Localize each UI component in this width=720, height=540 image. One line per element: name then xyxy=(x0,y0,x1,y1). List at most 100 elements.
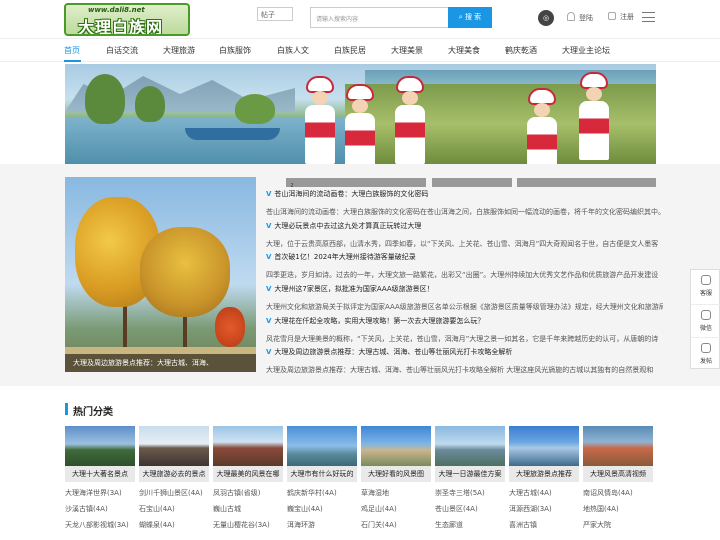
side-post[interactable]: 发帖 xyxy=(691,337,720,370)
article-item[interactable]: V 大理必玩景点中去过这九处才算真正玩转过大理 大理，位于云贵高原西部，山清水秀，… xyxy=(266,221,663,253)
nav-item-scenery[interactable]: 大理美景 xyxy=(391,45,423,56)
category-card[interactable]: 大理最美的风景在哪 xyxy=(213,426,283,482)
banner-girl xyxy=(577,72,611,164)
main-nav: 首页 白话交流 大理旅游 白族服饰 白族人文 白族民居 大理美景 大理美食 鹤庆… xyxy=(0,38,720,62)
register-label: 注册 xyxy=(620,13,634,21)
nav-active-underline xyxy=(64,60,81,62)
hero-banner[interactable] xyxy=(65,64,656,164)
site-logo[interactable]: www.dali8.net 大理白族网 xyxy=(64,3,190,36)
article-mark: V xyxy=(266,317,272,325)
nav-item-home[interactable]: 首页 xyxy=(64,45,80,56)
scenic-link[interactable]: 石宝山(4A) xyxy=(139,504,175,514)
scenic-link[interactable]: 洱海环游 xyxy=(287,520,315,530)
side-customer-service[interactable]: 客服 xyxy=(691,270,720,303)
scenic-link[interactable]: 生态廊道 xyxy=(435,520,463,530)
scenic-link[interactable]: 严家大院 xyxy=(583,520,611,530)
card-image xyxy=(583,426,653,466)
side-wechat[interactable]: 微信 xyxy=(691,304,720,337)
search-button[interactable]: ⌕ 搜 索 xyxy=(448,7,492,28)
card-caption: 大理十大著名景点 xyxy=(65,466,135,482)
category-card[interactable]: 大理十大著名景点 xyxy=(65,426,135,482)
article-title[interactable]: 大理必玩景点中去过这九处才算真正玩转过大理 xyxy=(274,222,421,230)
edit-icon xyxy=(701,343,711,353)
article-item[interactable]: V 大理花在仟起全攻略，实用大理攻略！第一次去大理旅游要怎么玩？ 风花雪月是大理美… xyxy=(266,316,663,348)
article-mark: V xyxy=(266,222,272,230)
scenic-link[interactable]: 洱源西湖(3A) xyxy=(509,504,552,514)
scenic-link[interactable]: 巍宝山(4A) xyxy=(287,504,323,514)
category-card[interactable]: 大理旅游必去的景点 xyxy=(139,426,209,482)
badge-icon[interactable]: ◎ xyxy=(538,10,554,26)
scenic-link[interactable]: 凤羽古镇(省级) xyxy=(213,488,260,498)
user-icon xyxy=(567,12,575,21)
scenic-link[interactable]: 石门关(4A) xyxy=(361,520,397,530)
article-title[interactable]: 首次破1亿！2024年大理州接待游客量破纪录 xyxy=(274,253,415,261)
register-link[interactable]: 注册 xyxy=(608,12,634,22)
side-label: 客服 xyxy=(699,290,712,297)
article-title[interactable]: 大理花在仟起全攻略，实用大理攻略！第一次去大理旅游要怎么玩？ xyxy=(274,317,484,325)
scenic-link[interactable]: 鹤庆新华村(4A) xyxy=(287,488,337,498)
scenic-link[interactable]: 沙溪古镇(4A) xyxy=(65,504,108,514)
red-tree xyxy=(215,307,245,347)
featured-image[interactable]: 大理及周边旅游景点推荐：大理古城、洱海、 xyxy=(65,177,256,372)
search-button-label: 搜 索 xyxy=(464,13,482,21)
nav-item-dwelling[interactable]: 白族民居 xyxy=(334,45,366,56)
nav-item-baihua[interactable]: 白话交流 xyxy=(106,45,138,56)
nav-item-liquor[interactable]: 鹤庆乾酒 xyxy=(505,45,537,56)
banner-girl xyxy=(303,76,337,164)
scenic-link[interactable]: 草海湿地 xyxy=(361,488,389,498)
content-tab[interactable] xyxy=(517,178,656,187)
category-card[interactable]: 大理旅游景点推荐 xyxy=(509,426,579,482)
card-caption: 大理好看的风景图 xyxy=(361,466,431,482)
search-input[interactable]: 请输入搜索内容 xyxy=(310,7,448,28)
article-mark: V xyxy=(266,253,272,261)
scenic-link[interactable]: 剑川千狮山景区(4A) xyxy=(139,488,203,498)
nav-item-culture[interactable]: 白族人文 xyxy=(277,45,309,56)
register-icon xyxy=(608,12,616,20)
nav-item-food[interactable]: 大理美食 xyxy=(448,45,480,56)
featured-caption[interactable]: 大理及周边旅游景点推荐：大理古城、洱海、 xyxy=(65,354,256,372)
article-title[interactable]: 苍山洱海间的流动画卷：大理白族服饰的文化密码 xyxy=(274,190,428,198)
scenic-link[interactable]: 大理古城(4A) xyxy=(509,488,552,498)
category-card[interactable]: 大理风景高清视频 xyxy=(583,426,653,482)
nav-item-forum[interactable]: 大理业主论坛 xyxy=(562,45,610,56)
scenic-link[interactable]: 崇圣寺三塔(5A) xyxy=(435,488,485,498)
nav-item-travel[interactable]: 大理旅游 xyxy=(163,45,195,56)
menu-icon[interactable] xyxy=(642,12,655,22)
scenic-link[interactable]: 无量山樱花谷(3A) xyxy=(213,520,270,530)
card-image xyxy=(213,426,283,466)
category-card[interactable]: 大理一日游最佳方案 xyxy=(435,426,505,482)
search-type-select[interactable]: 帖子 xyxy=(257,7,293,21)
banner-girl xyxy=(525,88,559,164)
article-item[interactable]: V 大理州这7家景区，拟批准为国家AAA级旅游景区！ 大理州文化和旅游局关于拟评定… xyxy=(266,284,663,316)
category-card[interactable]: 大理好看的风景图 xyxy=(361,426,431,482)
scenic-link[interactable]: 蝴蝶泉(4A) xyxy=(139,520,175,530)
content-tab[interactable] xyxy=(432,178,512,187)
scenic-link[interactable]: 巍山古城 xyxy=(213,504,241,514)
scenic-link[interactable]: 南诏风情岛(4A) xyxy=(583,488,633,498)
card-caption: 大理旅游必去的景点 xyxy=(139,466,209,482)
scenic-link[interactable]: 喜洲古镇 xyxy=(509,520,537,530)
scenic-link[interactable]: 鸡足山(4A) xyxy=(361,504,397,514)
article-title[interactable]: 大理及周边旅游景点推荐：大理古城、洱海、苍山等壮丽风光打卡攻略全解析 xyxy=(274,348,512,356)
category-card[interactable]: 大理市有什么好玩的 xyxy=(287,426,357,482)
article-title[interactable]: 大理州这7家景区，拟批准为国家AAA级旅游景区！ xyxy=(274,285,433,293)
card-image xyxy=(435,426,505,466)
article-desc: 大理及周边旅游景点推荐：大理古城、洱海、苍山等壮丽风光打卡攻略全解析 大理这座风… xyxy=(266,366,654,374)
article-item[interactable]: V 大理及周边旅游景点推荐：大理古城、洱海、苍山等壮丽风光打卡攻略全解析 大理及周… xyxy=(266,347,663,379)
scenic-link[interactable]: 地热国(4A) xyxy=(583,504,619,514)
card-image xyxy=(139,426,209,466)
content-section: 2 大理及周边旅游景点推荐：大理古城、洱海、 V 苍山洱海间的流动画卷：大理白族服… xyxy=(0,164,720,386)
scenic-link[interactable]: 天龙八部影视城(3A) xyxy=(65,520,129,530)
login-link[interactable]: 登陆 xyxy=(567,12,593,23)
scenic-link[interactable]: 苍山景区(4A) xyxy=(435,504,478,514)
content-tab[interactable] xyxy=(286,178,426,187)
nav-item-costume[interactable]: 白族服饰 xyxy=(219,45,251,56)
content-tab-number[interactable]: 2 xyxy=(286,182,298,189)
scenic-link[interactable]: 大理海洋世界(3A) xyxy=(65,488,122,498)
wechat-icon xyxy=(701,310,711,320)
article-item[interactable]: V 首次破1亿！2024年大理州接待游客量破纪录 四季更迭，岁月如诗。过去的一年，… xyxy=(266,252,663,284)
banner-tree xyxy=(135,86,165,122)
hot-categories: 热门分类 大理十大著名景点 大理旅游必去的景点 大理最美的风景在哪 大理市有什么… xyxy=(0,395,720,540)
article-item[interactable]: V 苍山洱海间的流动画卷：大理白族服饰的文化密码 苍山洱海间的流动画卷：大理白族服… xyxy=(266,189,663,221)
card-image xyxy=(65,426,135,466)
